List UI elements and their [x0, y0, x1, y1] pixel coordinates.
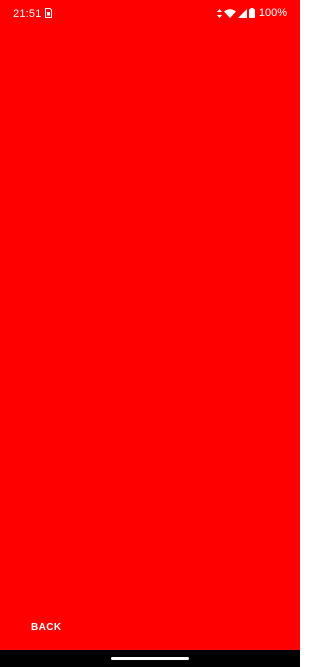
status-bar: 21:51 100%: [0, 0, 300, 28]
battery-percentage: 100%: [258, 7, 287, 19]
status-icons: 100%: [216, 7, 287, 19]
status-time: 21:51: [13, 8, 42, 20]
app-screen: 21:51 100% BACK: [0, 0, 300, 667]
navigation-bar: [0, 650, 300, 667]
battery-icon: [248, 8, 255, 18]
wifi-icon: [223, 8, 236, 18]
sim-card-icon: [45, 8, 52, 18]
home-gesture-handle[interactable]: [111, 657, 189, 660]
data-arrows-icon: [216, 8, 222, 18]
cell-signal-icon: [237, 8, 247, 18]
back-button[interactable]: BACK: [18, 614, 75, 640]
